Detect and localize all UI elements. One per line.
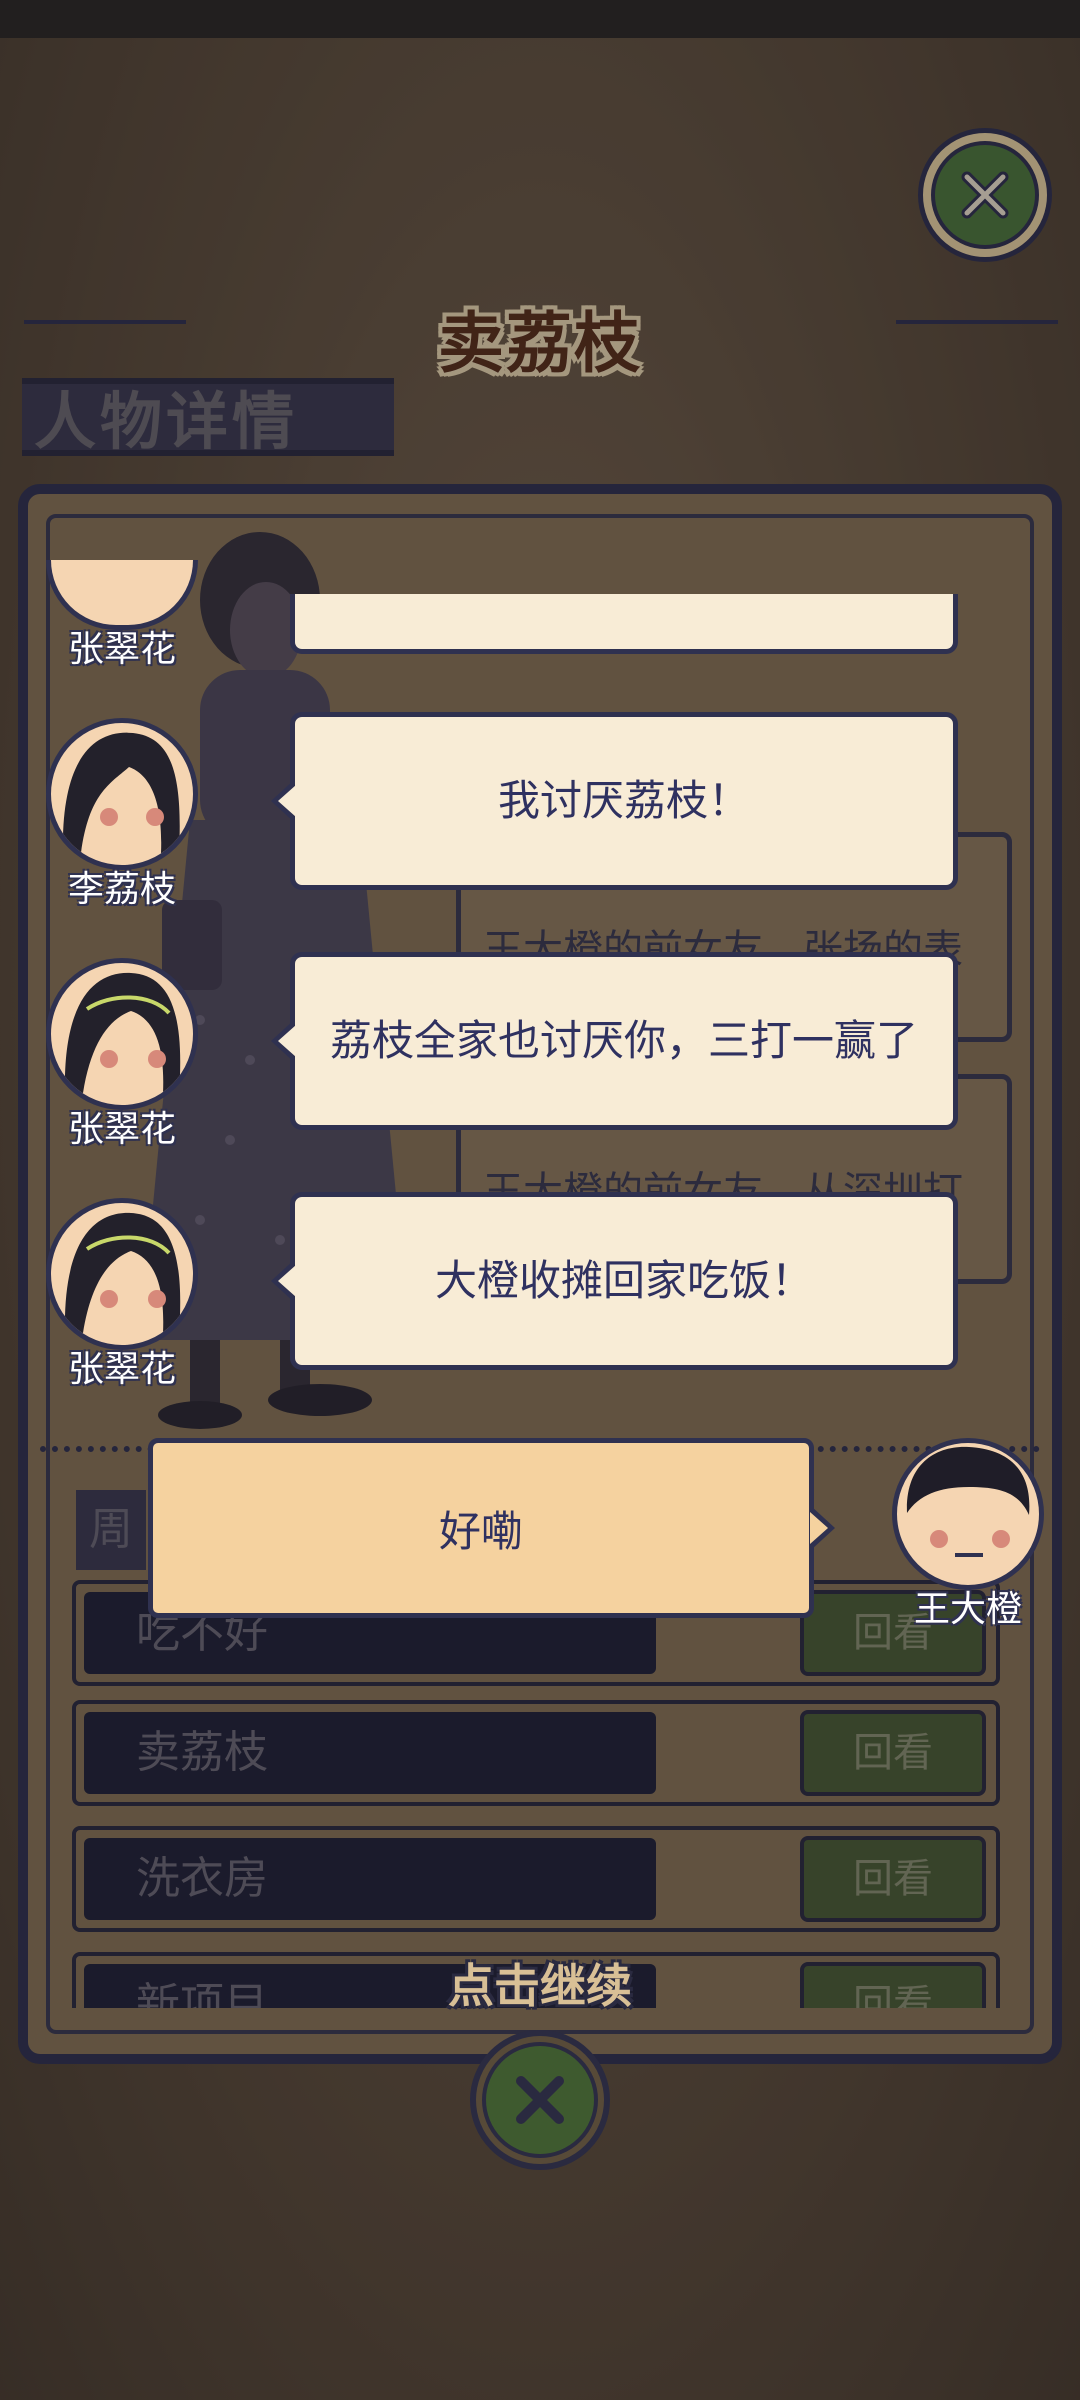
avatar	[46, 958, 198, 1110]
avatar	[46, 1198, 198, 1350]
bubble-tail	[271, 1259, 296, 1303]
chat-text: 我讨厌荔枝！	[497, 776, 750, 824]
speaker-name: 张翠花	[67, 628, 176, 669]
chat-bubble	[290, 594, 958, 654]
bubble-tail	[271, 1019, 296, 1063]
face-icon	[62, 732, 180, 853]
speaker-name: 李荔枝	[67, 868, 176, 909]
face-icon	[906, 1446, 1030, 1557]
chat-text: 大橙收摊回家吃饭！	[434, 1256, 813, 1304]
avatar	[46, 718, 198, 870]
speaker-name: 张翠花	[67, 1108, 176, 1149]
speaker-name: 王大橙	[913, 1588, 1022, 1629]
continue-hint[interactable]: 点击继续	[0, 1950, 1080, 2016]
chat-text: 好嘞	[438, 1507, 523, 1555]
close-button-bottom[interactable]	[470, 2030, 610, 2170]
player-bubble[interactable]: 好嘞	[148, 1438, 835, 1618]
player-avatar	[892, 1438, 1044, 1590]
chat-bubble: 大橙收摊回家吃饭！	[271, 1192, 958, 1370]
speaker-name: 张翠花	[67, 1348, 176, 1389]
face-icon	[64, 1212, 181, 1333]
bubble-tail	[810, 1506, 835, 1550]
face-icon	[64, 972, 181, 1093]
chat-bubble: 我讨厌荔枝！	[271, 712, 958, 890]
chat-bubble: 荔枝全家也讨厌你，三打一赢了	[271, 952, 958, 1130]
close-icon	[482, 2042, 598, 2158]
bubble-tail	[271, 779, 296, 823]
chat-text: 荔枝全家也讨厌你，三打一赢了	[329, 1016, 918, 1064]
